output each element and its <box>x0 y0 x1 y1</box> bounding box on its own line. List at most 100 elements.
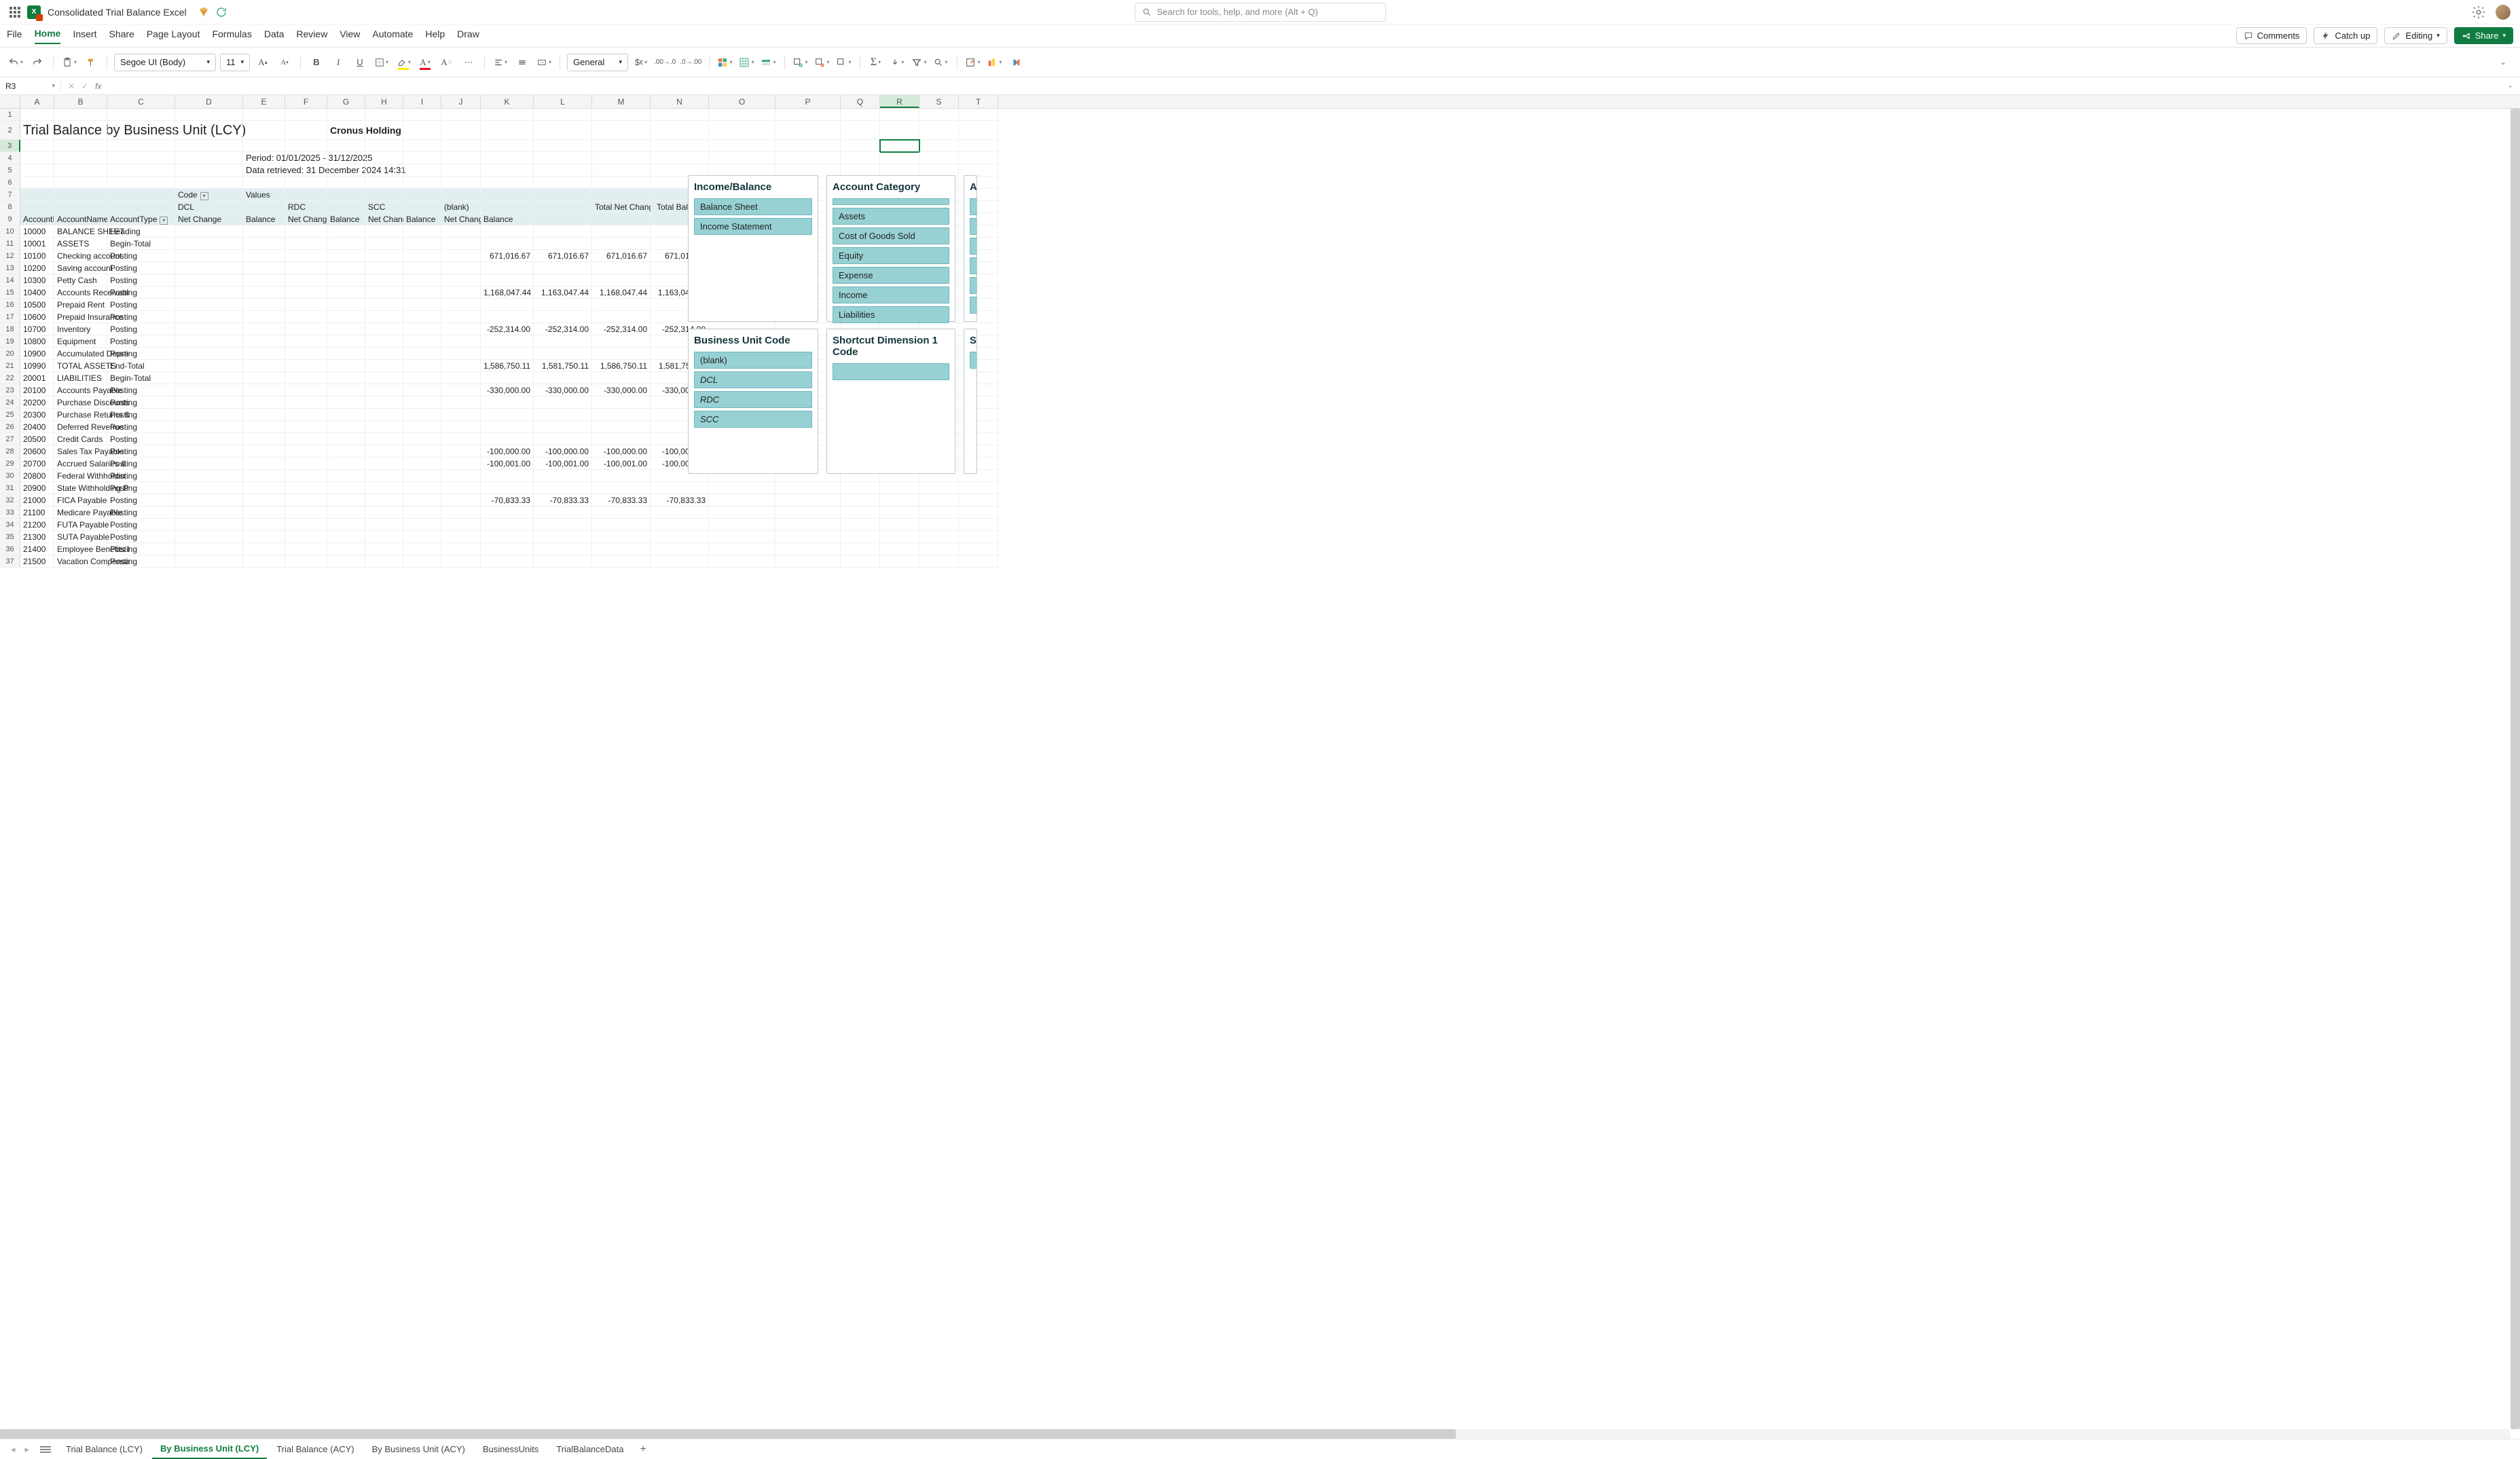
slicer-item[interactable] <box>833 198 949 205</box>
tab-next-button[interactable]: ▸ <box>21 1444 34 1455</box>
cell[interactable] <box>592 348 651 360</box>
cell[interactable] <box>534 152 592 164</box>
cell[interactable] <box>403 201 441 213</box>
slicer-cut-right-2[interactable]: Sh <box>964 329 977 474</box>
autosum-button[interactable]: Σ▾ <box>867 53 885 72</box>
slicer-business-unit[interactable]: Business Unit Code (blank) DCL RDC SCC <box>688 329 818 474</box>
cell[interactable] <box>327 335 365 348</box>
cell[interactable] <box>403 274 441 287</box>
column-header[interactable]: J <box>441 95 481 108</box>
cell[interactable] <box>285 555 327 568</box>
cell[interactable] <box>959 109 998 121</box>
cell[interactable] <box>534 335 592 348</box>
row-header[interactable]: 25 <box>0 409 20 421</box>
cell[interactable] <box>327 409 365 421</box>
cell[interactable] <box>365 348 403 360</box>
italic-button[interactable]: I <box>329 53 347 72</box>
cell[interactable] <box>175 555 243 568</box>
cell[interactable] <box>880 519 919 531</box>
cell[interactable] <box>403 177 441 189</box>
cell[interactable] <box>534 189 592 201</box>
document-title[interactable]: Consolidated Trial Balance Excel <box>48 7 187 18</box>
cell[interactable] <box>534 311 592 323</box>
cell[interactable]: DCL <box>175 201 243 213</box>
cell[interactable] <box>441 109 481 121</box>
cell[interactable] <box>20 164 54 177</box>
cell[interactable] <box>534 201 592 213</box>
cell[interactable] <box>175 164 243 177</box>
cell[interactable]: RDC <box>285 201 327 213</box>
font-family-select[interactable]: Segoe UI (Body)▾ <box>114 54 216 71</box>
cell[interactable] <box>880 109 919 121</box>
conditional-format-button[interactable]: ▾ <box>716 53 734 72</box>
cell[interactable] <box>175 152 243 164</box>
slicer-item[interactable] <box>970 297 977 314</box>
cell[interactable] <box>592 311 651 323</box>
cell[interactable] <box>481 311 534 323</box>
cell[interactable] <box>403 225 441 238</box>
cell[interactable] <box>175 274 243 287</box>
cell[interactable] <box>175 121 243 140</box>
cell[interactable] <box>959 543 998 555</box>
row-header[interactable]: 14 <box>0 274 20 287</box>
cell[interactable] <box>403 470 441 482</box>
cell[interactable] <box>775 482 841 494</box>
cell[interactable] <box>441 458 481 470</box>
column-header[interactable]: S <box>919 95 959 108</box>
cell[interactable] <box>534 396 592 409</box>
cell[interactable] <box>919 506 959 519</box>
menu-data[interactable]: Data <box>264 29 285 43</box>
menu-formulas[interactable]: Formulas <box>212 29 251 43</box>
cell[interactable] <box>175 109 243 121</box>
cell[interactable] <box>243 384 285 396</box>
cell[interactable] <box>175 445 243 458</box>
cell[interactable] <box>481 348 534 360</box>
cell[interactable] <box>441 152 481 164</box>
cell[interactable] <box>841 531 880 543</box>
slicer-item[interactable]: DCL <box>694 371 812 388</box>
cell[interactable] <box>592 335 651 348</box>
cell[interactable] <box>919 531 959 543</box>
cell[interactable] <box>534 177 592 189</box>
cell[interactable] <box>709 543 775 555</box>
cell[interactable]: 10990 <box>20 360 54 372</box>
cell[interactable]: 10000 <box>20 225 54 238</box>
cell[interactable] <box>481 164 534 177</box>
cell[interactable] <box>441 225 481 238</box>
cell[interactable] <box>880 531 919 543</box>
cell[interactable] <box>441 262 481 274</box>
cell[interactable]: Posting <box>107 458 175 470</box>
cell[interactable] <box>175 238 243 250</box>
cell[interactable] <box>285 396 327 409</box>
cell[interactable]: Federal Withholdin <box>54 470 107 482</box>
clear-format-button[interactable]: A♢ <box>438 53 456 72</box>
cell[interactable]: Accumulated Depre <box>54 348 107 360</box>
cell[interactable] <box>365 396 403 409</box>
cell[interactable]: 10800 <box>20 335 54 348</box>
cell[interactable] <box>841 109 880 121</box>
currency-button[interactable]: $€▾ <box>632 53 650 72</box>
share-button[interactable]: Share▾ <box>2454 27 2513 44</box>
cell[interactable] <box>20 109 54 121</box>
cell[interactable]: Petty Cash <box>54 274 107 287</box>
cell[interactable]: Posting <box>107 433 175 445</box>
analyze-data-button[interactable]: ▾ <box>964 53 982 72</box>
cell[interactable] <box>285 421 327 433</box>
cell[interactable] <box>285 299 327 311</box>
cell[interactable]: SCC <box>365 201 403 213</box>
cell[interactable] <box>841 152 880 164</box>
cell[interactable] <box>481 177 534 189</box>
cell[interactable]: Posting <box>107 250 175 262</box>
row-header[interactable]: 13 <box>0 262 20 274</box>
cell[interactable] <box>285 470 327 482</box>
sensitivity-button[interactable]: ▾ <box>986 53 1004 72</box>
underline-button[interactable]: U <box>351 53 369 72</box>
fill-color-button[interactable]: ▾ <box>395 53 412 72</box>
cell[interactable] <box>651 543 709 555</box>
cell[interactable] <box>285 445 327 458</box>
slicer-item[interactable] <box>970 198 977 215</box>
decrease-decimal-button[interactable]: .0→.00 <box>680 53 701 72</box>
cell[interactable] <box>592 164 651 177</box>
cell[interactable] <box>285 372 327 384</box>
select-all-corner[interactable] <box>0 95 20 108</box>
